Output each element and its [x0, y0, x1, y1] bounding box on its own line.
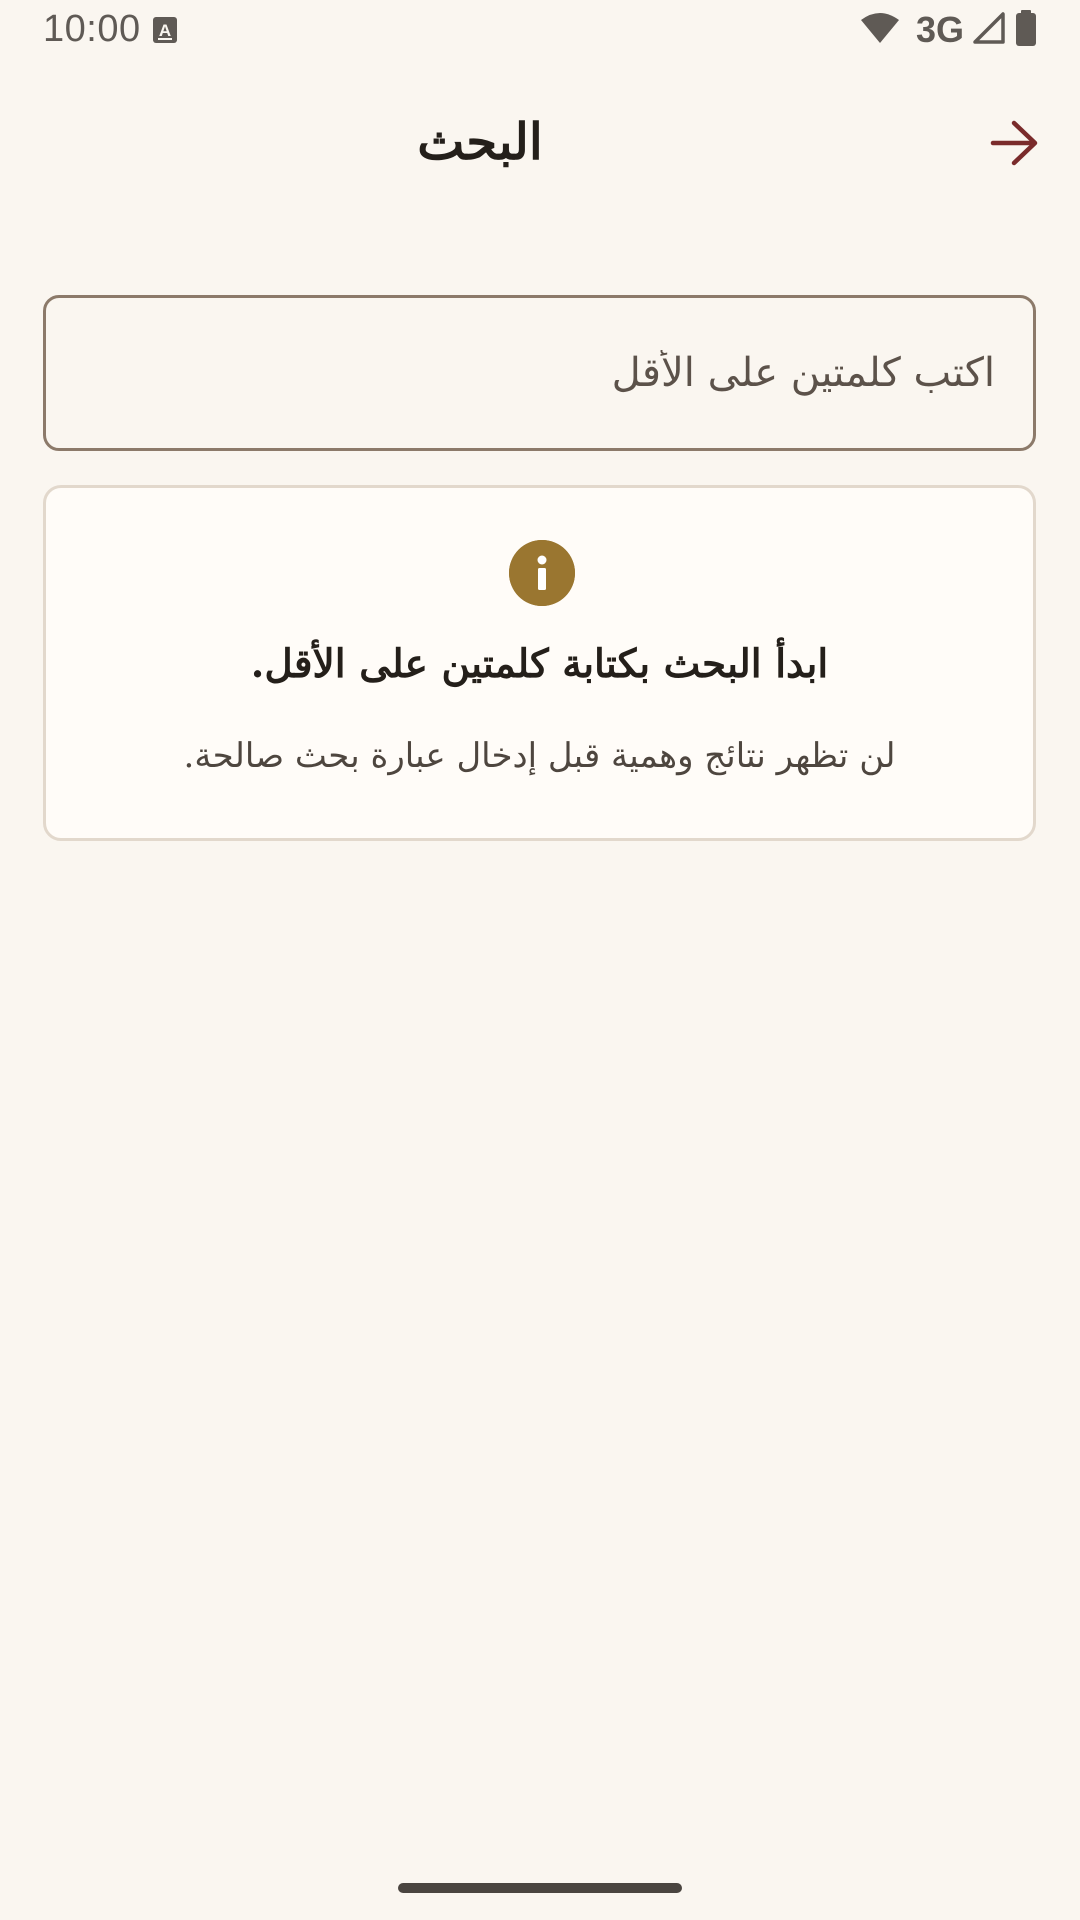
network-type: 3G — [915, 9, 964, 50]
keyboard-a-icon: A — [152, 16, 178, 44]
info-icon — [509, 540, 575, 606]
search-screen: 10:00 A 3G البحث اكتب كلمتين على الأقل ا… — [0, 0, 1080, 1920]
search-field[interactable] — [43, 295, 1036, 451]
signal-icon — [972, 11, 1006, 49]
arrow-forward-icon — [990, 120, 1040, 170]
info-card: ابدأ البحث بكتابة كلمتين على الأقل. لن ت… — [43, 485, 1036, 841]
info-heading: ابدأ البحث بكتابة كلمتين على الأقل. — [250, 641, 829, 687]
wifi-icon — [860, 11, 900, 49]
svg-text:A: A — [159, 21, 171, 40]
status-bar: 10:00 A 3G — [0, 0, 1080, 62]
top-app-bar: البحث — [0, 70, 1080, 225]
info-subtext: لن تظهر نتائج وهمية قبل إدخال عبارة بحث … — [183, 736, 896, 776]
status-time: 10:00 — [43, 8, 141, 50]
gesture-nav-bar[interactable] — [398, 1883, 682, 1893]
back-button[interactable] — [980, 110, 1050, 180]
battery-icon — [1014, 10, 1038, 50]
status-icons: 3G — [860, 10, 1038, 50]
page-title: البحث — [417, 112, 543, 171]
search-input[interactable] — [46, 298, 1033, 448]
